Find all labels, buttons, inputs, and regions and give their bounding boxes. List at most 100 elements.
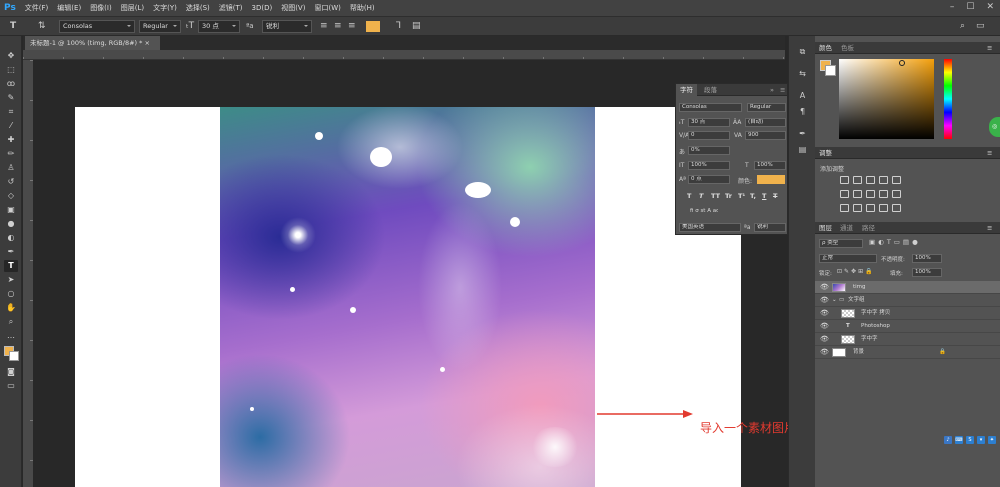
black-white-icon[interactable] [866, 190, 875, 198]
align-right-icon[interactable]: ≡ [348, 20, 356, 33]
layer-filter-select[interactable]: ρ 类型 [819, 239, 863, 248]
shirt-icon[interactable]: ▾ [977, 436, 985, 444]
visibility-eye-icon[interactable]: 👁 [820, 294, 829, 307]
screen-mode-icon[interactable]: ▭ [4, 380, 18, 392]
layer-row-photoshop[interactable]: 👁 T Photoshop [815, 320, 1000, 333]
visibility-eye-icon[interactable]: 👁 [820, 320, 829, 333]
adjust-panel-menu-icon[interactable]: ≡ [987, 147, 992, 159]
healing-brush-tool-icon[interactable]: ✚ [4, 134, 18, 146]
color-balance-icon[interactable] [853, 190, 862, 198]
channel-mixer-icon[interactable] [892, 190, 901, 198]
layer-filter-icons[interactable]: ▣◐T▭▤● [869, 238, 921, 246]
more-tools-icon[interactable]: … [4, 330, 18, 342]
font-family-select[interactable]: Consolas [59, 20, 135, 33]
marquee-tool-icon[interactable]: ⬚ [4, 64, 18, 76]
timg-image-layer[interactable] [220, 107, 595, 487]
vertical-scale-field[interactable]: 100% [688, 161, 730, 170]
menu-window[interactable]: 窗口(W) [314, 3, 340, 13]
char-font-family-select[interactable]: Consolas [679, 103, 742, 112]
char-font-size-field[interactable]: 30 点 [688, 118, 730, 127]
document-tab[interactable]: 未标题-1 @ 100% (timg, RGB/8#) * × [25, 36, 160, 50]
close-icon[interactable]: ✕ [986, 2, 994, 12]
settings-icon[interactable]: ✦ [988, 436, 996, 444]
levels-icon[interactable] [853, 176, 862, 184]
keyboard-icon[interactable]: ⌨ [955, 436, 963, 444]
char-antialias-select[interactable]: 锐利 [754, 223, 786, 232]
quick-select-tool-icon[interactable]: ✎ [4, 92, 18, 104]
brush-preset-icon[interactable]: ✒ [796, 128, 809, 140]
superscript-button[interactable]: T¹ [738, 192, 745, 200]
layer-row-background[interactable]: 👁 背景 🔒 [815, 346, 1000, 359]
blend-mode-select[interactable]: 正常 [819, 254, 877, 263]
invert-icon[interactable] [840, 204, 849, 212]
color-picker-field[interactable] [839, 59, 934, 139]
tab-paragraph[interactable]: 段落 [700, 84, 721, 96]
visibility-eye-icon[interactable]: 👁 [820, 346, 829, 359]
tab-swatches[interactable]: 色板 [841, 42, 854, 54]
character-panel-toggle-icon[interactable]: ▤ [412, 20, 421, 33]
horizontal-scale-field[interactable]: 100% [754, 161, 786, 170]
subscript-button[interactable]: T, [750, 192, 756, 200]
move-tool-icon[interactable]: ✥ [4, 50, 18, 62]
exposure-icon[interactable] [879, 176, 888, 184]
gradient-map-icon[interactable] [879, 204, 888, 212]
shape-tool-icon[interactable]: ○ [4, 288, 18, 300]
char-color-swatch[interactable] [757, 175, 785, 184]
hand-tool-icon[interactable]: ✋ [4, 302, 18, 314]
menu-file[interactable]: 文件(F) [25, 3, 49, 13]
font-size-select[interactable]: 30 点 [198, 20, 240, 33]
blur-tool-icon[interactable]: ● [4, 218, 18, 230]
tab-paths[interactable]: 路径 [862, 222, 875, 234]
color-picker-marker[interactable] [899, 60, 905, 66]
eraser-tool-icon[interactable]: ◇ [4, 190, 18, 202]
baseline-shift-field[interactable]: 0 点 [688, 175, 730, 184]
tab-character[interactable]: 字符 [676, 84, 697, 96]
search-icon[interactable]: ⌕ [960, 20, 965, 33]
char-font-style-select[interactable]: Regular [747, 103, 786, 112]
tab-layers[interactable]: 图层 [819, 222, 832, 234]
input-method-icon[interactable]: S [966, 436, 974, 444]
lasso-tool-icon[interactable]: ꝏ [4, 78, 18, 90]
menu-layer[interactable]: 图层(L) [121, 3, 144, 13]
faux-bold-button[interactable]: T [687, 192, 691, 200]
all-caps-button[interactable]: TT [711, 192, 720, 200]
hue-saturation-icon[interactable] [840, 190, 849, 198]
kerning-field[interactable]: 0 [688, 131, 730, 140]
history-icon[interactable]: ⧉ [796, 46, 809, 58]
minimize-icon[interactable]: – [950, 2, 955, 12]
vibrance-icon[interactable] [892, 176, 901, 184]
selective-color-icon[interactable] [892, 204, 901, 212]
type-tool-icon[interactable]: T [4, 260, 18, 272]
visibility-eye-icon[interactable]: 👁 [820, 333, 829, 346]
gradient-tool-icon[interactable]: ▣ [4, 204, 18, 216]
small-caps-button[interactable]: Tr [725, 192, 732, 200]
curves-icon[interactable] [866, 176, 875, 184]
libraries-icon[interactable]: ▤ [796, 144, 809, 156]
workspace-icon[interactable]: ▭ [976, 20, 985, 33]
clone-stamp-tool-icon[interactable]: ♙ [4, 162, 18, 174]
type-tool-preset-icon[interactable]: T [10, 20, 16, 33]
expand-arrow-icon[interactable]: ⌄ [832, 294, 837, 307]
history-brush-tool-icon[interactable]: ↺ [4, 176, 18, 188]
underline-button[interactable]: T [762, 192, 766, 200]
menu-3d[interactable]: 3D(D) [252, 4, 273, 12]
background-color-swatch[interactable] [9, 351, 19, 361]
layer-row-copy[interactable]: 👁 字中字 拷贝 [815, 307, 1000, 320]
brush-tool-icon[interactable]: ✏ [4, 148, 18, 160]
visibility-eye-icon[interactable]: 👁 [820, 307, 829, 320]
maximize-icon[interactable]: ☐ [966, 2, 974, 12]
language-select[interactable]: 美国英语 [679, 223, 741, 232]
photo-filter-icon[interactable] [879, 190, 888, 198]
menu-image[interactable]: 图像(I) [90, 3, 112, 13]
menu-select[interactable]: 选择(S) [186, 3, 210, 13]
layer-row-original[interactable]: 👁 字中字 [815, 333, 1000, 346]
tab-channels[interactable]: 通道 [840, 222, 853, 234]
microphone-icon[interactable]: ♪ [944, 436, 952, 444]
floating-badge[interactable]: ◎ [989, 117, 1000, 137]
menu-type[interactable]: 文字(Y) [153, 3, 177, 13]
menu-view[interactable]: 视图(V) [281, 3, 305, 13]
tab-color[interactable]: 颜色 [819, 42, 832, 54]
character-panel-icon[interactable]: A [796, 90, 809, 102]
align-left-icon[interactable]: ≡ [320, 20, 328, 33]
pen-tool-icon[interactable]: ✒ [4, 246, 18, 258]
